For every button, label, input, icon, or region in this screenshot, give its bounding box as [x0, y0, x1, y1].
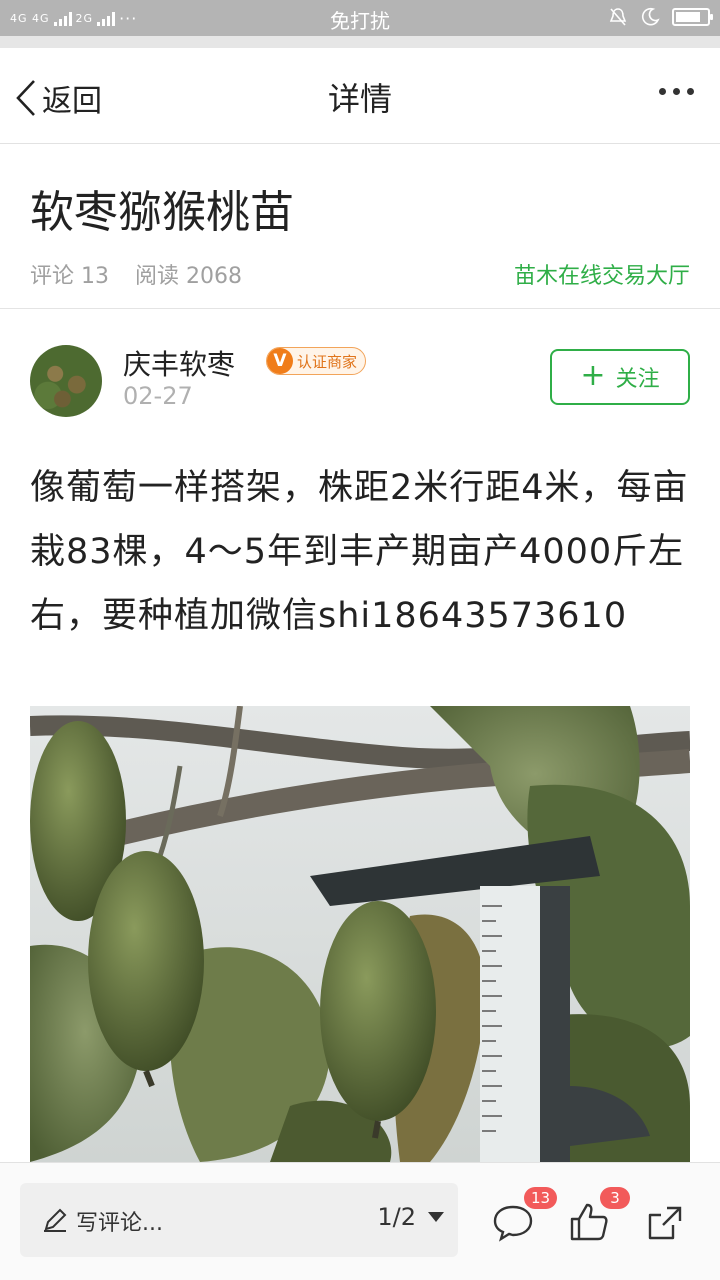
divider	[0, 308, 720, 309]
bell-muted-icon	[609, 8, 627, 26]
kiwi-photo-illustration	[30, 706, 690, 1162]
article-meta: 评论 13 阅读 2068	[30, 258, 242, 290]
comment-count-label: 评论 13	[30, 264, 109, 289]
verified-v-icon: V	[267, 348, 293, 374]
more-dot-icon	[687, 88, 694, 95]
status-divider	[0, 36, 720, 48]
verified-merchant-badge: V 认证商家	[266, 347, 367, 375]
caret-down-icon	[428, 1212, 444, 1222]
follow-label: 关注	[615, 367, 660, 392]
page-selector[interactable]: 1/2	[377, 1203, 444, 1231]
write-comment-input[interactable]: 写评论... 1/2	[20, 1183, 458, 1257]
more-options-button[interactable]	[659, 88, 694, 95]
status-bar: 4G 4G 2G ··· 免打扰	[0, 0, 720, 36]
post-photo[interactable]	[30, 706, 690, 1162]
comment-placeholder: 写评论...	[76, 1211, 163, 1236]
author-avatar[interactable]	[30, 345, 102, 417]
nav-bar: 返回 详情	[0, 48, 720, 144]
page-title: 详情	[327, 80, 392, 118]
bottom-action-bar: 写评论... 1/2 13 3	[0, 1162, 720, 1280]
author-name[interactable]: 庆丰软枣	[123, 343, 235, 383]
share-icon	[648, 1206, 682, 1240]
post-date: 02-27	[123, 382, 193, 410]
plus-icon: +	[580, 357, 606, 393]
pencil-icon	[44, 1208, 67, 1232]
comments-button[interactable]	[492, 1203, 534, 1247]
post-body-text: 像葡萄一样搭架，株距2米行距4米，每亩栽83棵，4～5年到丰产期亩产4000斤左…	[30, 468, 689, 636]
like-count-badge: 3	[600, 1187, 630, 1209]
read-count-label: 阅读 2068	[135, 264, 242, 289]
moon-icon	[642, 7, 660, 26]
like-button[interactable]	[568, 1201, 610, 1247]
article-title: 软枣猕猴桃苗	[30, 187, 294, 238]
comment-bubble-icon	[493, 1205, 533, 1242]
page-indicator: 1/2	[377, 1203, 416, 1231]
source-link[interactable]: 苗木在线交易大厅	[514, 258, 690, 290]
badge-text: 认证商家	[297, 352, 358, 371]
status-icons	[608, 7, 713, 27]
comment-count-badge: 13	[524, 1187, 558, 1209]
share-button[interactable]	[645, 1203, 685, 1247]
thumbs-up-icon	[570, 1203, 608, 1241]
more-dot-icon	[659, 88, 666, 95]
battery-icon	[672, 8, 713, 26]
more-dot-icon	[673, 88, 680, 95]
follow-button[interactable]: + 关注	[550, 349, 690, 405]
